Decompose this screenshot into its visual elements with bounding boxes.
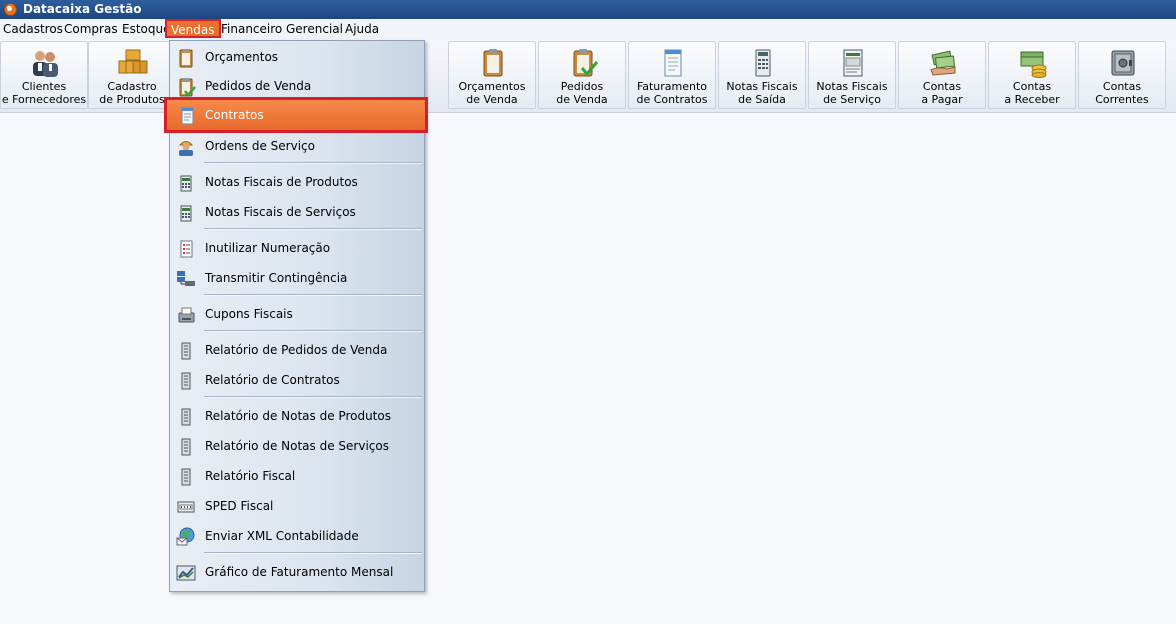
boxes-icon bbox=[118, 49, 148, 74]
toolbar-button-label: Contas a Pagar bbox=[921, 80, 963, 106]
menu-item-relatorio-fiscal[interactable]: Relatório Fiscal bbox=[170, 463, 424, 489]
menu-item-label: Transmitir Contingência bbox=[205, 271, 348, 285]
clipboard-check-icon bbox=[573, 49, 599, 77]
menu-separator bbox=[204, 228, 422, 230]
menu-financeiro[interactable]: Financeiro bbox=[221, 22, 282, 36]
vendas-dropdown-menu: Orçamentos Pedidos de Venda Contratos Or… bbox=[164, 40, 428, 592]
worker-icon bbox=[178, 141, 194, 156]
globe-mail-icon bbox=[176, 527, 195, 546]
toolbar-notas-fiscais-servico-button[interactable]: Notas Fiscais de Serviço bbox=[808, 41, 896, 109]
toolbar-contas-receber-button[interactable]: Contas a Receber bbox=[988, 41, 1076, 109]
menu-item-grafico-faturamento-mensal[interactable]: Gráfico de Faturamento Mensal bbox=[170, 559, 424, 585]
menu-separator bbox=[204, 552, 422, 554]
menu-gerencial[interactable]: Gerencial bbox=[286, 22, 343, 36]
menu-compras[interactable]: Compras bbox=[64, 22, 118, 36]
menu-item-relatorio-contratos[interactable]: Relatório de Contratos bbox=[170, 367, 424, 393]
report-icon bbox=[181, 468, 191, 486]
toolbar-button-label: Cadastro de Produtos bbox=[99, 80, 165, 106]
toolbar-notas-fiscais-saida-button[interactable]: Notas Fiscais de Saída bbox=[718, 41, 806, 109]
menu-item-label: Ordens de Serviço bbox=[205, 139, 315, 153]
menu-item-contratos[interactable]: Contratos bbox=[164, 97, 428, 133]
menu-item-sped-fiscal[interactable]: SPED Fiscal bbox=[170, 493, 424, 519]
toolbar-button-label: Contas a Receber bbox=[1004, 80, 1060, 106]
menu-item-inutilizar-numeracao[interactable]: Inutilizar Numeração bbox=[170, 235, 424, 261]
menu-item-transmitir-contingencia[interactable]: Transmitir Contingência bbox=[170, 265, 424, 291]
clipboard-icon bbox=[483, 49, 503, 77]
printer-icon bbox=[178, 307, 195, 323]
money-coins-icon bbox=[1020, 51, 1047, 78]
menu-separator bbox=[204, 330, 422, 332]
menu-bar: Cadastros Compras Estoque Vendas Finance… bbox=[0, 19, 1176, 40]
menu-item-ordens-de-servico[interactable]: Ordens de Serviço bbox=[170, 133, 424, 159]
menu-item-label: Pedidos de Venda bbox=[205, 79, 312, 93]
toolbar-contas-pagar-button[interactable]: Contas a Pagar bbox=[898, 41, 986, 109]
menu-item-label: Cupons Fiscais bbox=[205, 307, 293, 321]
toolbar-button-label: Pedidos de Venda bbox=[556, 80, 608, 106]
people-icon bbox=[33, 51, 58, 77]
money-hand-icon bbox=[930, 50, 956, 76]
list-icon bbox=[180, 240, 193, 258]
toolbar-button-label: Notas Fiscais de Serviço bbox=[816, 80, 888, 106]
calculator-icon bbox=[180, 175, 192, 192]
toolbar-faturamento-contratos-button[interactable]: Faturamento de Contratos bbox=[628, 41, 716, 109]
menu-item-label: Contratos bbox=[205, 108, 264, 122]
report-icon bbox=[181, 342, 191, 360]
safe-icon bbox=[1111, 50, 1135, 76]
menu-item-cupons-fiscais[interactable]: Cupons Fiscais bbox=[170, 301, 424, 327]
sped-icon bbox=[177, 501, 195, 513]
toolbar-contas-correntes-button[interactable]: Contas Correntes bbox=[1078, 41, 1166, 109]
report-icon bbox=[181, 408, 191, 426]
menu-item-label: Notas Fiscais de Serviços bbox=[205, 205, 356, 219]
menu-estoque[interactable]: Estoque bbox=[122, 22, 171, 36]
menu-item-label: Orçamentos bbox=[205, 50, 279, 64]
menu-item-relatorio-pedidos-venda[interactable]: Relatório de Pedidos de Venda bbox=[170, 337, 424, 363]
menu-item-label: Enviar XML Contabilidade bbox=[205, 529, 359, 543]
calculator-icon bbox=[755, 49, 771, 77]
menu-ajuda[interactable]: Ajuda bbox=[345, 22, 379, 36]
menu-item-pedidos-de-venda[interactable]: Pedidos de Venda bbox=[170, 73, 424, 99]
toolbar-clientes-fornecedores-button[interactable]: Clientes e Fornecedores bbox=[0, 41, 88, 109]
menu-vendas[interactable]: Vendas bbox=[165, 19, 221, 38]
toolbar-button-label: Orçamentos de Venda bbox=[458, 80, 526, 106]
menu-item-label: Relatório de Notas de Serviços bbox=[205, 439, 389, 453]
app-logo-icon bbox=[4, 3, 17, 16]
menu-item-notas-fiscais-produtos[interactable]: Notas Fiscais de Produtos bbox=[170, 169, 424, 195]
menu-item-enviar-xml-contabilidade[interactable]: Enviar XML Contabilidade bbox=[170, 523, 424, 549]
clipboard-check-icon bbox=[179, 78, 196, 97]
toolbar-button-label: Contas Correntes bbox=[1095, 80, 1149, 106]
menu-item-label: Relatório de Contratos bbox=[205, 373, 340, 387]
menu-separator bbox=[204, 162, 422, 164]
app-title: Datacaixa Gestão bbox=[23, 2, 142, 16]
menu-separator bbox=[204, 396, 422, 398]
toolbar-button-label: Notas Fiscais de Saída bbox=[726, 80, 798, 106]
report-icon bbox=[181, 372, 191, 390]
invoice-icon bbox=[843, 49, 863, 77]
menu-item-label: Gráfico de Faturamento Mensal bbox=[205, 565, 394, 579]
toolbar-orcamentos-venda-button[interactable]: Orçamentos de Venda bbox=[448, 41, 536, 109]
menu-item-label: SPED Fiscal bbox=[205, 499, 274, 513]
menu-separator bbox=[204, 294, 422, 296]
network-icon bbox=[177, 271, 195, 286]
menu-item-label: Relatório de Notas de Produtos bbox=[205, 409, 391, 423]
toolbar-cadastro-produtos-button[interactable]: Cadastro de Produtos bbox=[88, 41, 176, 109]
menu-cadastros[interactable]: Cadastros bbox=[3, 22, 63, 36]
menu-item-relatorio-notas-servicos[interactable]: Relatório de Notas de Serviços bbox=[170, 433, 424, 459]
contract-icon bbox=[181, 107, 194, 125]
clipboard-icon bbox=[179, 49, 193, 68]
document-icon bbox=[664, 49, 682, 77]
title-bar: Datacaixa Gestão bbox=[0, 0, 1176, 19]
report-icon bbox=[181, 438, 191, 456]
toolbar-pedidos-venda-button[interactable]: Pedidos de Venda bbox=[538, 41, 626, 109]
menu-item-notas-fiscais-servicos[interactable]: Notas Fiscais de Serviços bbox=[170, 199, 424, 225]
menu-item-label: Relatório Fiscal bbox=[205, 469, 296, 483]
menu-item-label: Relatório de Pedidos de Venda bbox=[205, 343, 388, 357]
toolbar-button-label: Faturamento de Contratos bbox=[636, 80, 708, 106]
menu-item-label: Inutilizar Numeração bbox=[205, 241, 331, 255]
calculator-icon bbox=[180, 205, 192, 222]
toolbar-button-label: Clientes e Fornecedores bbox=[1, 80, 87, 106]
menu-item-label: Notas Fiscais de Produtos bbox=[205, 175, 358, 189]
menu-item-orcamentos[interactable]: Orçamentos bbox=[170, 44, 424, 70]
chart-icon bbox=[176, 565, 196, 581]
menu-item-relatorio-notas-produtos[interactable]: Relatório de Notas de Produtos bbox=[170, 403, 424, 429]
